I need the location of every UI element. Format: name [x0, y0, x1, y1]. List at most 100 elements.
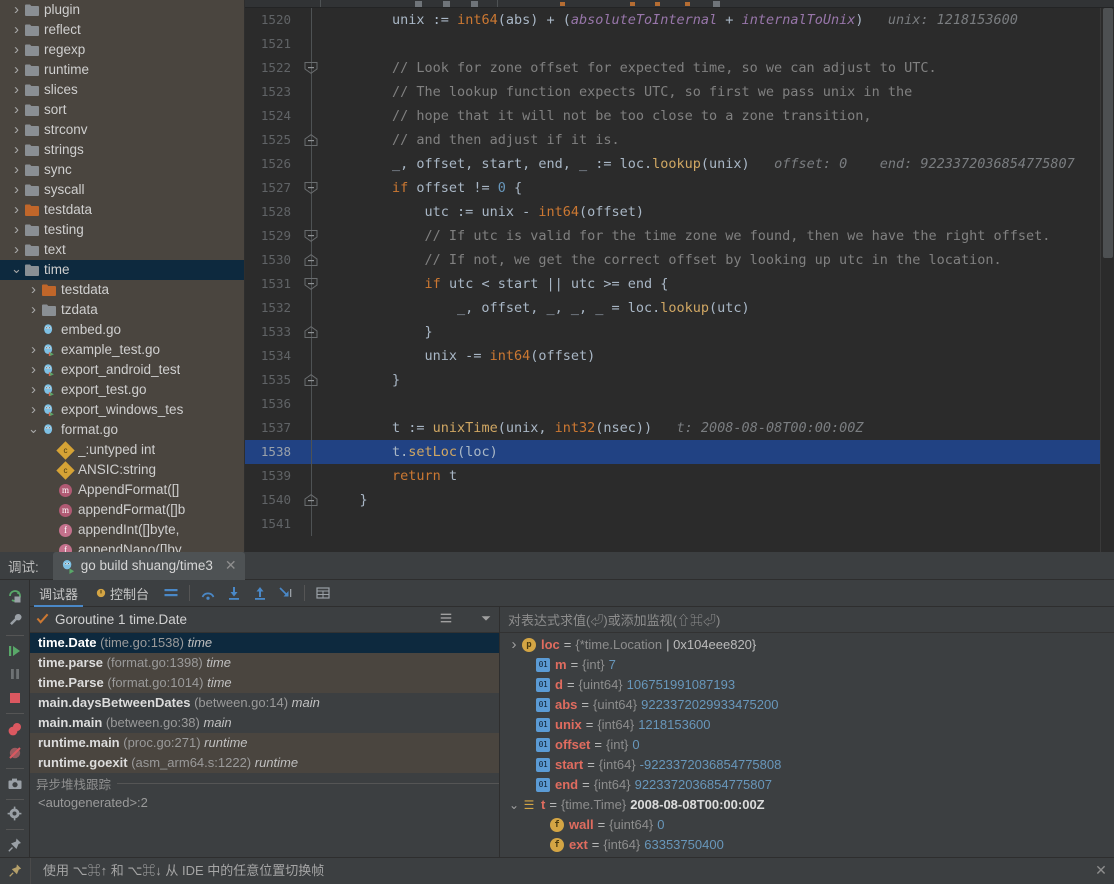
fold-gutter[interactable] — [300, 56, 322, 80]
code-line[interactable]: 1521 — [245, 32, 1114, 56]
frame-row[interactable]: time.Parse (format.go:1014) time — [30, 673, 499, 693]
pin-icon[interactable] — [0, 833, 30, 857]
rerun-icon[interactable] — [0, 584, 30, 608]
variable-row[interactable]: 01 offset = {int} 0 — [500, 735, 1114, 755]
variable-row[interactable]: 01 end = {int64} 9223372036854775807 — [500, 775, 1114, 795]
frame-row[interactable]: runtime.goexit (asm_arm64.s:1222) runtim… — [30, 753, 499, 773]
fold-gutter[interactable] — [300, 464, 322, 488]
status-pin-icon[interactable] — [0, 863, 30, 878]
fold-gutter[interactable] — [300, 512, 322, 536]
variable-row[interactable]: ☰ t={time.Time}2008-08-08T00:00:00Z — [500, 795, 1114, 815]
tab-debugger[interactable]: 调试器 — [30, 580, 87, 607]
fold-gutter[interactable] — [300, 8, 322, 32]
tree-expand-arrow[interactable] — [27, 340, 40, 360]
project-tree[interactable]: plugin reflect regexp runtime slices sort strc… — [0, 0, 245, 552]
tree-item-appendint-byte-[interactable]: f appendInt([]byte, — [0, 520, 244, 540]
code-line[interactable]: 1537 t := unixTime(unix, int32(nsec)) t:… — [245, 416, 1114, 440]
fold-gutter[interactable] — [300, 224, 322, 248]
tree-item-testdata[interactable]: testdata — [0, 200, 244, 220]
tree-expand-arrow[interactable] — [44, 520, 57, 540]
tree-item-reflect[interactable]: reflect — [0, 20, 244, 40]
debug-toolbar[interactable]: 调试器 控制台 — [30, 580, 1114, 607]
code-line[interactable]: 1534 unix -= int64(offset) — [245, 344, 1114, 368]
fold-gutter[interactable] — [300, 128, 322, 152]
tree-item-testdata[interactable]: testdata — [0, 280, 244, 300]
variable-row[interactable]: 01 abs = {uint64} 9223372029933475200 — [500, 695, 1114, 715]
variable-row[interactable]: ploc={*time.Location| 0x104eee820} — [500, 635, 1114, 655]
tree-expand-arrow[interactable] — [10, 0, 23, 20]
step-over-icon[interactable] — [195, 580, 221, 607]
frame-row[interactable]: time.Date (time.go:1538) time — [30, 633, 499, 653]
tree-expand-arrow[interactable] — [10, 180, 23, 200]
tree-expand-arrow[interactable] — [10, 160, 23, 180]
debug-side-toolbar[interactable] — [0, 580, 30, 857]
tree-item--untyped-int[interactable]: _:untyped int — [0, 440, 244, 460]
tree-item-testing[interactable]: testing — [0, 220, 244, 240]
breakpoints-icon[interactable] — [0, 717, 30, 741]
goroutine-header[interactable]: Goroutine 1 time.Date — [30, 607, 499, 633]
code-line[interactable]: 1539 return t — [245, 464, 1114, 488]
tree-expand-arrow[interactable] — [10, 200, 23, 220]
code-line[interactable]: 1535 } — [245, 368, 1114, 392]
variable-row[interactable]: f ext = {int64} 63353750400 — [500, 835, 1114, 855]
code-line[interactable]: 1525 // and then adjust if it is. — [245, 128, 1114, 152]
tree-item-embed-go[interactable]: embed.go — [0, 320, 244, 340]
frame-row[interactable]: time.parse (format.go:1398) time — [30, 653, 499, 673]
tree-expand-arrow[interactable] — [27, 280, 40, 300]
tree-item-sync[interactable]: sync — [0, 160, 244, 180]
tree-item-text[interactable]: text — [0, 240, 244, 260]
tree-expand-arrow[interactable] — [44, 480, 57, 500]
tree-expand-arrow[interactable] — [44, 540, 57, 552]
gear-icon[interactable] — [0, 802, 30, 826]
code-line[interactable]: 1524 // hope that it will not be too clo… — [245, 104, 1114, 128]
tree-expand-arrow[interactable] — [10, 20, 23, 40]
tree-item-regexp[interactable]: regexp — [0, 40, 244, 60]
tree-expand-arrow[interactable] — [10, 120, 23, 140]
fold-gutter[interactable] — [300, 344, 322, 368]
debug-session-tab[interactable]: go build shuang/time3 ✕ — [52, 551, 245, 580]
variables-list[interactable]: ploc={*time.Location| 0x104eee820}01m={i… — [500, 633, 1114, 857]
editor-scrollbar[interactable] — [1100, 8, 1114, 552]
fold-gutter[interactable] — [300, 296, 322, 320]
stop-icon[interactable] — [0, 686, 30, 710]
tree-expand-arrow[interactable] — [10, 40, 23, 60]
tree-item-strings[interactable]: strings — [0, 140, 244, 160]
fold-gutter[interactable] — [300, 272, 322, 296]
tree-item-syscall[interactable]: syscall — [0, 180, 244, 200]
tree-expand-arrow[interactable] — [27, 420, 40, 440]
tree-expand-arrow[interactable] — [27, 400, 40, 420]
fold-gutter[interactable] — [300, 488, 322, 512]
code-editor[interactable]: 1520 unix := int64(abs) + (absoluteToInt… — [245, 0, 1114, 552]
tree-expand-arrow[interactable] — [10, 100, 23, 120]
watch-input[interactable]: 对表达式求值(⏎)或添加监视(⇧⌘⏎) — [500, 607, 1114, 633]
layout-icon[interactable] — [158, 580, 184, 607]
frame-row[interactable]: main.main (between.go:38) main — [30, 713, 499, 733]
code-line[interactable]: 1541 — [245, 512, 1114, 536]
tree-item-appendnano-by[interactable]: f appendNano([]by — [0, 540, 244, 552]
step-out-icon[interactable] — [247, 580, 273, 607]
tree-item-export-windows-tes[interactable]: export_windows_tes — [0, 400, 244, 420]
fold-gutter[interactable] — [300, 152, 322, 176]
status-close-icon[interactable]: ✕ — [1088, 862, 1114, 879]
variable-row[interactable]: 01 start = {int64} -9223372036854775808 — [500, 755, 1114, 775]
run-to-cursor-icon[interactable] — [273, 580, 299, 607]
code-line[interactable]: 1522 // Look for zone offset for expecte… — [245, 56, 1114, 80]
settings-wrench-icon[interactable] — [0, 608, 30, 632]
fold-gutter[interactable] — [300, 248, 322, 272]
frame-row[interactable]: runtime.main (proc.go:271) runtime — [30, 733, 499, 753]
tree-expand-arrow[interactable] — [27, 360, 40, 380]
code-line[interactable]: 1533 } — [245, 320, 1114, 344]
code-line[interactable]: 1530 // If not, we get the correct offse… — [245, 248, 1114, 272]
code-line[interactable]: 1540 } — [245, 488, 1114, 512]
tree-expand-arrow[interactable] — [27, 320, 40, 340]
code-line[interactable]: 1520 unix := int64(abs) + (absoluteToInt… — [245, 8, 1114, 32]
step-into-icon[interactable] — [221, 580, 247, 607]
code-line[interactable]: 1532 _, offset, _, _, _ = loc.lookup(utc… — [245, 296, 1114, 320]
code-line[interactable]: 1528 utc := unix - int64(offset) — [245, 200, 1114, 224]
fold-gutter[interactable] — [300, 440, 322, 464]
tree-item-appendformat-b[interactable]: m appendFormat([]b — [0, 500, 244, 520]
tree-item-export-test-go[interactable]: export_test.go — [0, 380, 244, 400]
tree-item-plugin[interactable]: plugin — [0, 0, 244, 20]
fold-gutter[interactable] — [300, 32, 322, 56]
tree-item-sort[interactable]: sort — [0, 100, 244, 120]
